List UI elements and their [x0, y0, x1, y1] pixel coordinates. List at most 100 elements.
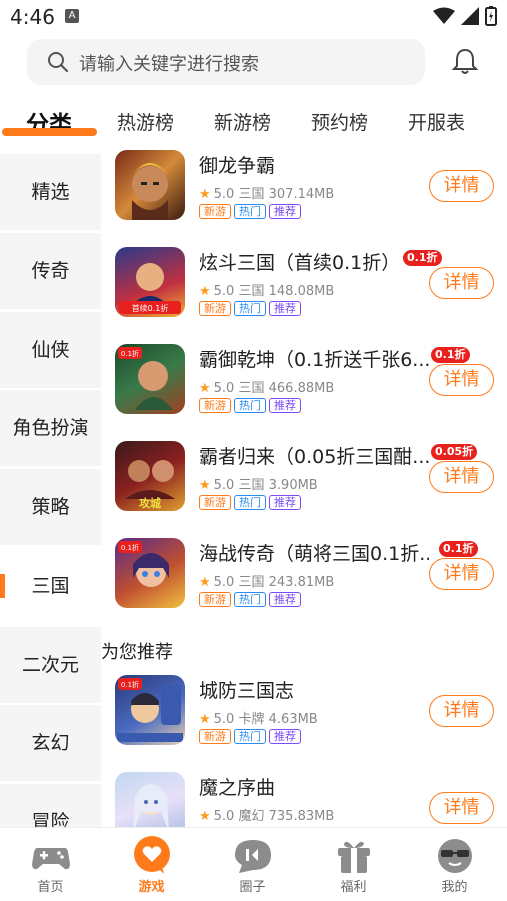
- game-rating: 5.0: [213, 575, 235, 590]
- bell-icon[interactable]: [452, 47, 478, 75]
- tag-recommend: 推荐: [269, 204, 301, 219]
- detail-button[interactable]: 详情: [429, 695, 494, 727]
- game-rating: 5.0: [213, 809, 235, 824]
- tag-recommend: 推荐: [269, 398, 301, 413]
- recommend-game-item[interactable]: 魔之序曲 ★ 5.0 魔幻 735.83MB 详情: [101, 762, 507, 827]
- icon-promo-text: 首续0.1折: [132, 303, 169, 313]
- star-icon: ★: [199, 381, 211, 396]
- nav-profile[interactable]: 我的: [404, 828, 505, 901]
- game-size: 3.90MB: [268, 478, 318, 493]
- search-icon: [48, 52, 69, 73]
- game-name: 霸御乾坤（0.1折送千张6...: [199, 349, 429, 371]
- game-meta: ★ 5.0 三国 3.90MB: [199, 474, 318, 493]
- detail-button[interactable]: 详情: [429, 792, 494, 824]
- category-sidebar: 精选 传奇 仙侠 角色扮演 策略 三国 二次元 玄幻 冒险: [0, 152, 101, 827]
- tab-hot-games[interactable]: 热游榜: [117, 108, 174, 135]
- game-icon: [115, 150, 185, 220]
- sidebar-item-strategy[interactable]: 策略: [0, 469, 101, 545]
- game-item[interactable]: 0.1折 海战传奇（萌将三国0.1折... 0.1折 ★ 5.0 三国 243.8…: [101, 528, 507, 623]
- sidebar-item-legend[interactable]: 传奇: [0, 233, 101, 309]
- profile-face-icon: [438, 839, 472, 873]
- star-icon: ★: [199, 284, 211, 299]
- tag-recommend: 推荐: [269, 729, 301, 744]
- game-tags: 新游 热门 推荐: [199, 398, 301, 413]
- detail-button[interactable]: 详情: [429, 267, 494, 299]
- game-item[interactable]: 攻城 霸者归来（0.05折三国酣... 0.05折 ★ 5.0 三国 3.90MB…: [101, 431, 507, 526]
- nav-home[interactable]: 首页: [0, 828, 101, 901]
- icon-promo-text: 0.1折: [121, 349, 139, 358]
- sidebar-item-rpg[interactable]: 角色扮演: [0, 390, 101, 466]
- game-size: 4.63MB: [268, 712, 318, 727]
- status-bar: 4:46 A: [0, 0, 507, 34]
- star-icon: ★: [199, 575, 211, 590]
- recommend-game-item[interactable]: 0.1折 城防三国志 ★ 5.0 卡牌 4.63MB 新游 热门 推荐 详情: [101, 665, 507, 760]
- wifi-icon: [433, 7, 455, 24]
- tab-server-schedule[interactable]: 开服表: [408, 108, 465, 135]
- game-meta: ★ 5.0 魔幻 735.83MB: [199, 805, 334, 824]
- tab-preorder[interactable]: 预约榜: [311, 108, 368, 135]
- tag-hot: 热门: [234, 592, 266, 607]
- game-size: 466.88MB: [268, 381, 335, 396]
- sidebar-item-fantasy[interactable]: 玄幻: [0, 705, 101, 781]
- tab-new-games[interactable]: 新游榜: [214, 108, 271, 135]
- game-item[interactable]: 0.1折 霸御乾坤（0.1折送千张6... 0.1折 ★ 5.0 三国 466.8…: [101, 334, 507, 429]
- notification-icon: A: [65, 9, 79, 23]
- game-rating: 5.0: [213, 478, 235, 493]
- nav-label: 游戏: [138, 880, 165, 895]
- sidebar-item-xianxia[interactable]: 仙侠: [0, 312, 101, 388]
- game-icon: 攻城: [115, 441, 185, 511]
- game-category: 卡牌: [238, 712, 265, 727]
- game-size: 148.08MB: [268, 284, 335, 299]
- search-input[interactable]: 请输入关键字进行搜索: [27, 39, 425, 85]
- icon-promo-text: 0.1折: [121, 680, 139, 689]
- discount-badge: 0.05折: [431, 444, 478, 460]
- game-rating: 5.0: [213, 712, 235, 727]
- game-meta: ★ 5.0 卡牌 4.63MB: [199, 708, 318, 727]
- discount-badge: 0.1折: [403, 250, 442, 266]
- nav-label: 圈子: [239, 880, 266, 895]
- battery-icon: [485, 6, 497, 26]
- game-icon: 0.1折: [115, 344, 185, 414]
- game-size: 243.81MB: [268, 575, 335, 590]
- sidebar-item-anime[interactable]: 二次元: [0, 627, 101, 703]
- tag-recommend: 推荐: [269, 495, 301, 510]
- game-name: 魔之序曲: [199, 777, 276, 799]
- game-category: 魔幻: [238, 809, 265, 824]
- game-category: 三国: [238, 381, 265, 396]
- game-name: 城防三国志: [199, 680, 295, 702]
- game-icon: 首续0.1折: [115, 247, 185, 317]
- star-icon: ★: [199, 478, 211, 493]
- game-tags: 新游 热门 推荐: [199, 301, 301, 316]
- tag-hot: 热门: [234, 398, 266, 413]
- nav-welfare[interactable]: 福利: [303, 828, 404, 901]
- section-title-recommend: 为您推荐: [101, 642, 173, 663]
- sidebar-item-three-kingdoms[interactable]: 三国: [0, 548, 101, 624]
- sidebar-item-adventure[interactable]: 冒险: [0, 784, 101, 827]
- nav-label: 福利: [340, 880, 367, 895]
- game-name: 炫斗三国（首续0.1折）: [199, 252, 401, 274]
- nav-games[interactable]: 游戏: [101, 828, 202, 901]
- detail-button[interactable]: 详情: [429, 364, 494, 396]
- detail-button[interactable]: 详情: [429, 170, 494, 202]
- tag-hot: 热门: [234, 301, 266, 316]
- tag-new: 新游: [199, 495, 231, 510]
- sidebar-item-featured[interactable]: 精选: [0, 154, 101, 230]
- nav-label: 我的: [441, 880, 468, 895]
- game-category: 三国: [238, 284, 265, 299]
- game-item[interactable]: 首续0.1折 炫斗三国（首续0.1折） 0.1折 ★ 5.0 三国 148.08M…: [101, 237, 507, 332]
- nav-community[interactable]: 圈子: [202, 828, 303, 901]
- game-tags: 新游 热门 推荐: [199, 592, 301, 607]
- status-time: 4:46: [10, 5, 55, 29]
- game-name: 海战传奇（萌将三国0.1折...: [199, 543, 429, 565]
- game-name: 御龙争霸: [199, 155, 276, 177]
- game-tags: 新游 热门 推荐: [199, 729, 301, 744]
- search-placeholder: 请输入关键字进行搜索: [79, 54, 259, 75]
- game-item[interactable]: 御龙争霸 ★ 5.0 三国 307.14MB 新游 热门 推荐 详情: [101, 140, 507, 235]
- detail-button[interactable]: 详情: [429, 558, 494, 590]
- tag-hot: 热门: [234, 729, 266, 744]
- game-tags: 新游 热门 推荐: [199, 495, 301, 510]
- detail-button[interactable]: 详情: [429, 461, 494, 493]
- game-list: 御龙争霸 ★ 5.0 三国 307.14MB 新游 热门 推荐 详情 首续0.1折…: [101, 140, 507, 827]
- game-rating: 5.0: [213, 284, 235, 299]
- tag-recommend: 推荐: [269, 301, 301, 316]
